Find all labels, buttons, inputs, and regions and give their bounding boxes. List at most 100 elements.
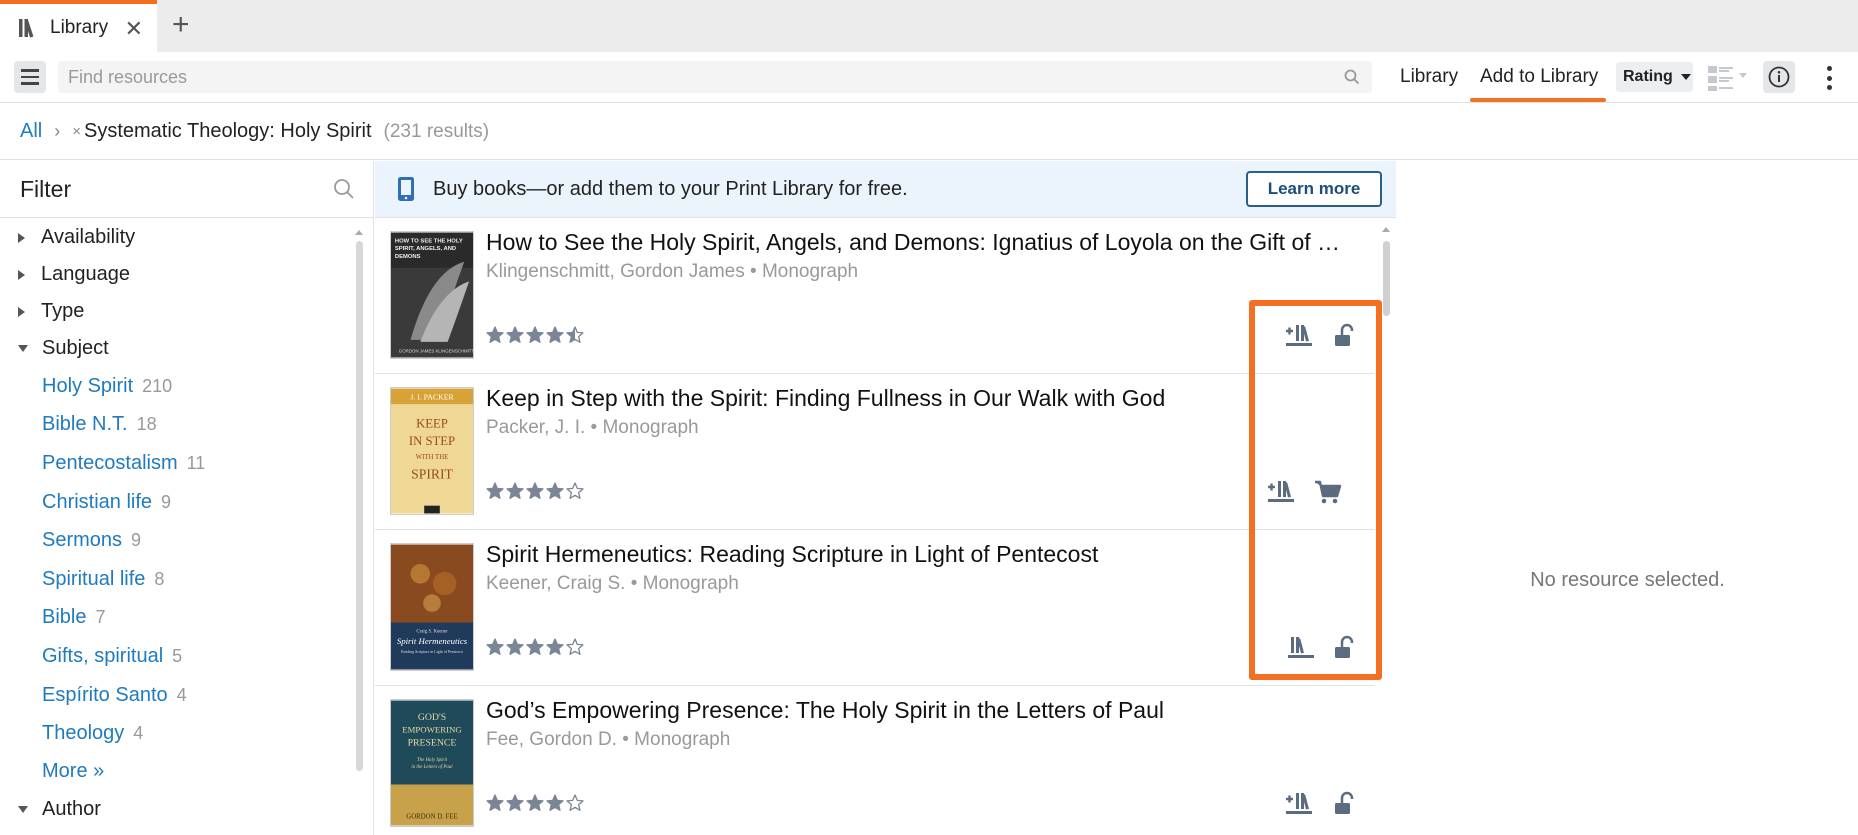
tab-title: Library	[50, 17, 109, 38]
filter-group-author[interactable]: Author	[0, 791, 360, 828]
svg-text:HOW TO SEE THE HOLY: HOW TO SEE THE HOLY	[395, 238, 463, 244]
star-icon	[486, 326, 504, 343]
close-tab-icon[interactable]: ✕	[125, 16, 143, 42]
filter-subject-item[interactable]: Theology 4	[0, 714, 360, 753]
result-row[interactable]: GOD'S EMPOWERING PRESENCE The Holy Spiri…	[375, 687, 1375, 835]
library-icon	[19, 19, 34, 38]
more-options-icon[interactable]	[1822, 64, 1836, 92]
info-icon	[1768, 66, 1790, 88]
tab-library[interactable]: Library ✕	[0, 0, 157, 52]
filter-group-subject[interactable]: Subject	[0, 330, 360, 367]
filter-subject-item[interactable]: Bible N.T. 18	[0, 406, 360, 445]
result-row[interactable]: HOW TO SEE THE HOLY SPIRIT, ANGELS, AND …	[375, 219, 1375, 374]
star-rating	[486, 638, 584, 656]
add-to-print-library-icon[interactable]	[1266, 479, 1296, 505]
filter-header: Filter	[0, 161, 373, 218]
svg-text:KEEP: KEEP	[416, 417, 448, 431]
star-icon	[546, 482, 564, 499]
remove-filter-icon[interactable]: ×	[72, 123, 81, 140]
filter-group-language[interactable]: Language	[0, 256, 360, 293]
sort-label: Rating	[1623, 68, 1673, 85]
filter-group-availability[interactable]: Availability	[0, 219, 360, 256]
svg-text:SPIRIT: SPIRIT	[411, 466, 453, 481]
tablet-icon	[398, 177, 414, 201]
filter-subject-item[interactable]: Pentecostalism 11	[0, 444, 360, 483]
svg-text:DEMONS: DEMONS	[395, 254, 421, 260]
add-to-print-library-icon[interactable]	[1284, 323, 1314, 349]
filter-scrollbar[interactable]	[356, 241, 363, 771]
result-title[interactable]: God’s Empowering Presence: The Holy Spir…	[486, 697, 1356, 724]
expand-icon	[18, 269, 25, 280]
promo-banner: Buy books—or add them to your Print Libr…	[375, 161, 1396, 218]
result-title[interactable]: Keep in Step with the Spirit: Finding Fu…	[486, 385, 1356, 412]
book-cover: Craig S. Keener Spirit Hermeneutics Read…	[390, 543, 474, 671]
filter-group-type[interactable]: Type	[0, 293, 360, 330]
cart-icon[interactable]	[1313, 479, 1343, 505]
book-cover: J. I. PACKER KEEP IN STEP WITH THE SPIRI…	[390, 387, 474, 515]
breadcrumb-all-link[interactable]: All	[20, 120, 42, 143]
svg-text:Spirit Hermeneutics: Spirit Hermeneutics	[397, 636, 468, 646]
unlocked-icon[interactable]	[1330, 635, 1360, 661]
result-title[interactable]: Spirit Hermeneutics: Reading Scripture i…	[486, 541, 1356, 568]
star-icon	[486, 482, 504, 499]
view-mode-icon[interactable]	[1708, 64, 1750, 92]
search-icon[interactable]	[1344, 69, 1360, 85]
breadcrumb-separator: ›	[54, 121, 61, 141]
collapse-icon	[18, 805, 28, 813]
result-title[interactable]: How to See the Holy Spirit, Angels, and …	[486, 229, 1356, 256]
scroll-up-arrow[interactable]	[1382, 227, 1390, 232]
add-to-print-library-icon[interactable]	[1284, 791, 1314, 817]
filter-panel: Filter Availability Language Type Subjec…	[0, 161, 374, 835]
new-tab-icon[interactable]: +	[172, 10, 190, 40]
results-panel: Buy books—or add them to your Print Libr…	[375, 161, 1396, 835]
hamburger-menu-button[interactable]	[14, 61, 46, 93]
result-list: HOW TO SEE THE HOLY SPIRIT, ANGELS, AND …	[375, 219, 1396, 835]
result-meta: Packer, J. I. • Monograph	[486, 417, 699, 438]
expand-icon	[18, 232, 25, 243]
filter-title: Filter	[20, 176, 72, 202]
filter-more-link[interactable]: More »	[0, 753, 360, 791]
filter-subject-item[interactable]: Espírito Santo 4	[0, 676, 360, 715]
star-icon	[526, 482, 544, 499]
library-link[interactable]: Library	[1400, 66, 1458, 88]
star-icon	[526, 638, 544, 655]
unlocked-icon[interactable]	[1330, 323, 1360, 349]
unlocked-icon[interactable]	[1330, 791, 1360, 817]
star-icon	[506, 482, 524, 499]
star-rating	[486, 482, 584, 500]
filter-subject-item[interactable]: Bible 7	[0, 599, 360, 638]
svg-text:SPIRIT, ANGELS, AND: SPIRIT, ANGELS, AND	[395, 246, 456, 252]
result-count: (231 results)	[383, 120, 490, 142]
print-library-icon[interactable]	[1286, 635, 1316, 661]
search-box	[58, 61, 1372, 93]
result-row[interactable]: J. I. PACKER KEEP IN STEP WITH THE SPIRI…	[375, 375, 1375, 530]
star-icon	[546, 794, 564, 811]
star-icon	[486, 794, 504, 811]
result-row[interactable]: Craig S. Keener Spirit Hermeneutics Read…	[375, 531, 1375, 686]
info-button[interactable]	[1763, 61, 1795, 93]
filter-subject-item[interactable]: Spiritual life 8	[0, 560, 360, 599]
scroll-up-arrow[interactable]	[355, 230, 363, 235]
active-tab-indicator	[1470, 98, 1606, 102]
toolbar: Library Add to Library Rating	[0, 52, 1858, 103]
star-icon	[526, 326, 544, 343]
star-icon	[506, 638, 524, 655]
filter-list: Availability Language Type Subject Holy …	[0, 219, 360, 828]
results-scrollbar[interactable]	[1383, 241, 1390, 316]
sort-dropdown[interactable]: Rating	[1616, 62, 1693, 92]
filter-subject-item[interactable]: Sermons 9	[0, 521, 360, 560]
filter-subject-item[interactable]: Holy Spirit 210	[0, 367, 360, 406]
add-to-library-link[interactable]: Add to Library	[1480, 66, 1598, 88]
star-icon	[506, 326, 524, 343]
star-icon	[486, 638, 504, 655]
filter-subject-item[interactable]: Christian life 9	[0, 483, 360, 522]
filter-subject-item[interactable]: Gifts, spiritual 5	[0, 637, 360, 676]
learn-more-button[interactable]: Learn more	[1246, 171, 1382, 207]
search-icon[interactable]	[333, 178, 355, 200]
svg-text:WITH THE: WITH THE	[416, 454, 449, 461]
star-icon	[526, 794, 544, 811]
svg-text:Craig S. Keener: Craig S. Keener	[416, 629, 448, 634]
svg-text:in the Letters of Paul: in the Letters of Paul	[411, 765, 453, 770]
search-input[interactable]	[58, 61, 1372, 93]
result-meta: Klingenschmitt, Gordon James • Monograph	[486, 261, 859, 282]
